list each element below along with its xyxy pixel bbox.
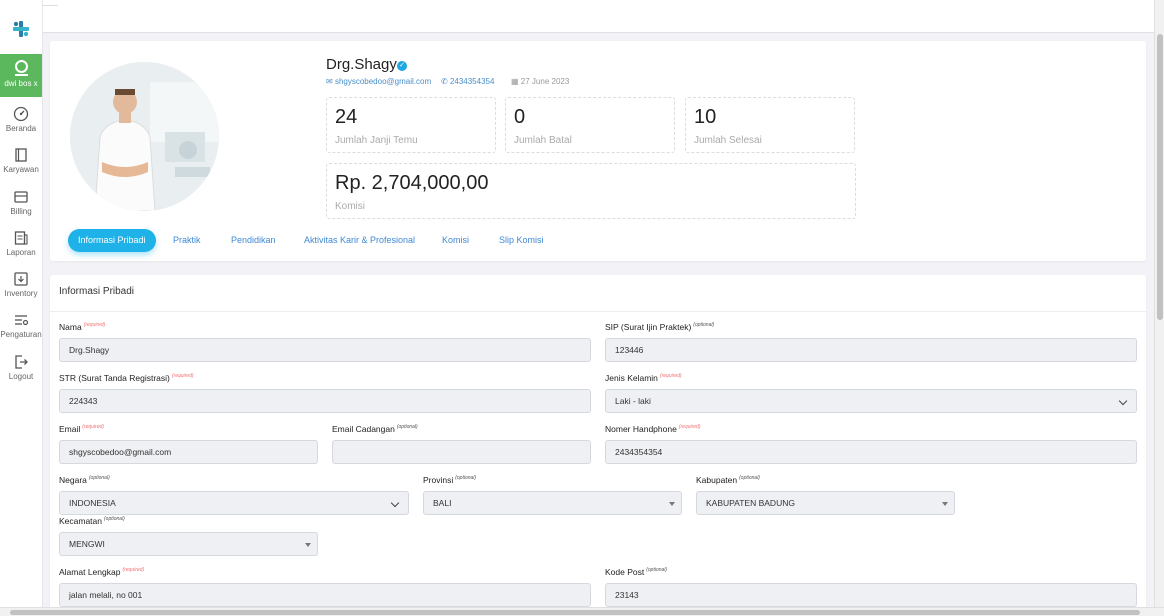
tab-informasi-pribadi[interactable]: Informasi Pribadi bbox=[68, 229, 156, 252]
sidebar: dwi bos x Beranda Karyawan Billing Lapor… bbox=[0, 0, 43, 616]
nav-label: Inventory bbox=[4, 289, 38, 298]
inventory-icon bbox=[14, 272, 28, 286]
nav-pengaturan[interactable]: Pengaturan bbox=[0, 312, 42, 339]
dropdown-arrow-icon bbox=[669, 502, 675, 506]
scrollbar-thumb[interactable] bbox=[1157, 34, 1163, 320]
form-header: Informasi Pribadi bbox=[50, 275, 1146, 312]
nav-beranda[interactable]: Beranda bbox=[0, 106, 42, 133]
stat-value: 10 bbox=[694, 106, 717, 128]
nav-billing[interactable]: Billing bbox=[0, 189, 42, 216]
nama-field[interactable]: Drg.Shagy bbox=[59, 338, 591, 362]
nomer-handphone-label: Nomer Handphone (required) bbox=[605, 424, 701, 434]
sip-label: SIP (Surat Ijin Praktek) (optional) bbox=[605, 322, 715, 332]
stat-batal: 0 Jumlah Batal bbox=[505, 97, 675, 153]
logout-icon bbox=[15, 355, 28, 369]
settings-icon bbox=[15, 315, 29, 326]
nav-laporan[interactable]: Laporan bbox=[0, 230, 42, 257]
top-bar bbox=[43, 0, 1154, 33]
user-profile-button[interactable]: dwi bos x bbox=[0, 54, 42, 97]
tab-komisi[interactable]: Komisi bbox=[442, 229, 469, 252]
nav-label: Logout bbox=[8, 372, 34, 381]
email-label: Email (required) bbox=[59, 424, 104, 434]
dashboard-icon bbox=[13, 106, 29, 122]
tab-pendidikan[interactable]: Pendidikan bbox=[231, 229, 276, 252]
nav-label: Pengaturan bbox=[0, 330, 42, 339]
email-cadangan-field[interactable] bbox=[332, 440, 591, 464]
nav-label: Billing bbox=[10, 207, 32, 216]
scrollbar-thumb[interactable] bbox=[10, 610, 1140, 615]
kecamatan-label: Kecamatan (optional) bbox=[59, 516, 125, 526]
provinsi-select[interactable]: BALI bbox=[423, 491, 682, 515]
stat-label: Jumlah Batal bbox=[514, 135, 572, 146]
app-logo-icon[interactable] bbox=[12, 20, 30, 38]
user-icon bbox=[14, 60, 28, 73]
stat-komisi: Rp. 2,704,000,00 Komisi bbox=[326, 163, 856, 219]
kode-post-label: Kode Post (optional) bbox=[605, 567, 668, 577]
profile-card: Drg.Shagy ✓ ✉ shgyscobedoo@gmail.com ✆ 2… bbox=[50, 41, 1146, 261]
dropdown-arrow-icon bbox=[942, 502, 948, 506]
alamat-field[interactable]: jalan melali, no 001 bbox=[59, 583, 591, 607]
chevron-down-icon bbox=[1118, 396, 1128, 406]
tab-slip-komisi[interactable]: Slip Komisi bbox=[499, 229, 544, 252]
user-name: dwi bos x bbox=[4, 79, 38, 88]
dropdown-arrow-icon bbox=[305, 543, 311, 547]
stat-value: 0 bbox=[514, 106, 526, 128]
nav-inventory[interactable]: Inventory bbox=[0, 271, 42, 298]
profile-photo bbox=[70, 62, 219, 211]
negara-select[interactable]: INDONESIA bbox=[59, 491, 409, 515]
nav-label: Karyawan bbox=[3, 165, 39, 174]
informasi-pribadi-form: Informasi Pribadi Nama (required) Drg.Sha… bbox=[50, 275, 1146, 616]
stat-selesai: 10 Jumlah Selesai bbox=[685, 97, 855, 153]
stat-label: Komisi bbox=[335, 201, 366, 212]
nav-label: Laporan bbox=[6, 248, 36, 257]
profile-name: Drg.Shagy bbox=[326, 56, 397, 73]
wallet-icon bbox=[14, 191, 28, 203]
stat-value: 24 bbox=[335, 106, 358, 128]
negara-label: Negara (optional) bbox=[59, 475, 110, 485]
email-field[interactable]: shgyscobedoo@gmail.com bbox=[59, 440, 318, 464]
nav-karyawan[interactable]: Karyawan bbox=[0, 147, 42, 174]
form-title: Informasi Pribadi bbox=[59, 286, 135, 297]
alamat-label: Alamat Lengkap (required) bbox=[59, 567, 145, 577]
stat-janji-temu: 24 Jumlah Janji Temu bbox=[326, 97, 496, 153]
stat-label: Jumlah Janji Temu bbox=[335, 135, 418, 146]
vertical-scrollbar[interactable] bbox=[1154, 0, 1164, 616]
report-icon bbox=[14, 231, 28, 245]
nama-label: Nama (required) bbox=[59, 322, 106, 332]
nav-label: Beranda bbox=[5, 124, 37, 133]
stat-value: Rp. 2,704,000,00 bbox=[335, 172, 489, 194]
kode-post-field[interactable]: 23143 bbox=[605, 583, 1137, 607]
sip-field[interactable]: 123446 bbox=[605, 338, 1137, 362]
chevron-down-icon bbox=[390, 498, 400, 508]
tab-aktivitas-karir[interactable]: Aktivitas Karir & Profesional bbox=[304, 229, 415, 252]
jenis-kelamin-label: Jenis Kelamin (required) bbox=[605, 373, 682, 383]
kecamatan-select[interactable]: MENGWI bbox=[59, 532, 318, 556]
str-label: STR (Surat Tanda Registrasi) (required) bbox=[59, 373, 194, 383]
str-field[interactable]: 224343 bbox=[59, 389, 591, 413]
book-icon bbox=[15, 148, 27, 162]
kabupaten-select[interactable]: KABUPATEN BADUNG bbox=[696, 491, 955, 515]
profile-phone: ✆ 2434354354 bbox=[441, 77, 495, 86]
mail-icon: ✉ bbox=[326, 77, 333, 86]
email-cadangan-label: Email Cadangan (optional) bbox=[332, 424, 418, 434]
horizontal-scrollbar[interactable] bbox=[0, 607, 1164, 616]
profile-email: ✉ shgyscobedoo@gmail.com bbox=[326, 77, 432, 86]
nav-logout[interactable]: Logout bbox=[0, 354, 42, 381]
provinsi-label: Provinsi (optional) bbox=[423, 475, 477, 485]
verified-icon: ✓ bbox=[397, 61, 407, 71]
profile-date: ▦ 27 June 2023 bbox=[511, 77, 570, 86]
phone-icon: ✆ bbox=[441, 77, 448, 86]
jenis-kelamin-select[interactable]: Laki - laki bbox=[605, 389, 1137, 413]
nomer-handphone-field[interactable]: 2434354354 bbox=[605, 440, 1137, 464]
calendar-icon: ▦ bbox=[511, 77, 519, 86]
stat-label: Jumlah Selesai bbox=[694, 135, 762, 146]
kabupaten-label: Kabupaten (optional) bbox=[696, 475, 760, 485]
tab-praktik[interactable]: Praktik bbox=[173, 229, 201, 252]
